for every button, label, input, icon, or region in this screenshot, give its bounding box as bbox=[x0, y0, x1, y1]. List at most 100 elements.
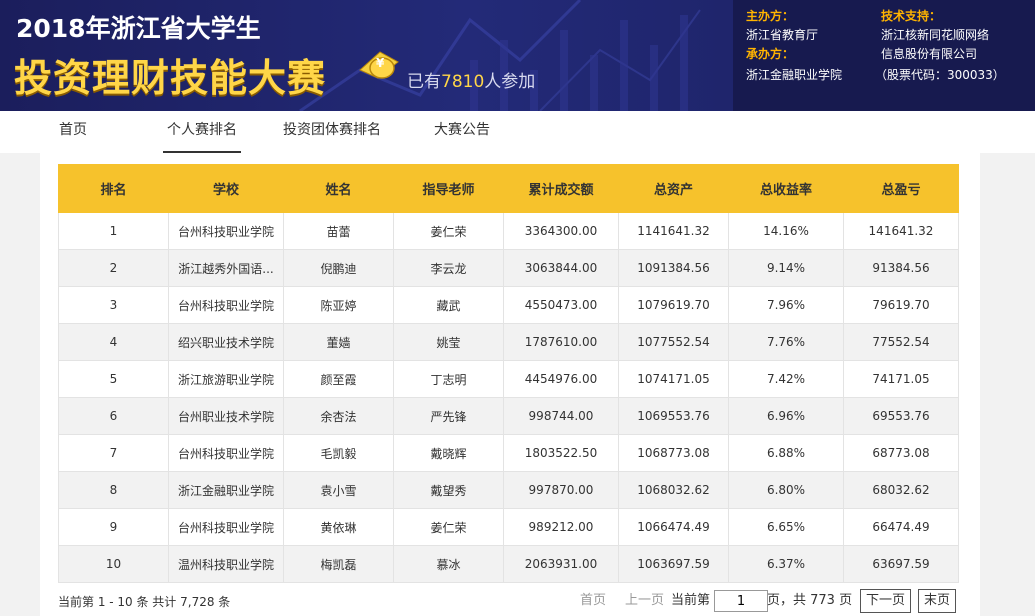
cell-rank: 1 bbox=[58, 212, 169, 250]
cell-profit-loss: 63697.59 bbox=[843, 545, 959, 583]
table-row: 3 台州科技职业学院 陈亚婷 藏武 4550473.00 1079619.70 7.96% 7… bbox=[58, 286, 959, 324]
participants-prefix: 已有 bbox=[407, 72, 441, 92]
table-row: 2 浙江越秀外国语... 倪鹏迪 李云龙 3063844.00 1091384.56 9.1… bbox=[58, 249, 959, 287]
cell-rank: 4 bbox=[58, 323, 169, 361]
organizer-value: 浙江金融职业学院 bbox=[746, 68, 843, 82]
cell-rank: 9 bbox=[58, 508, 169, 546]
cell-student-name: 苗蕾 bbox=[283, 212, 394, 250]
coin-icon: ¥ bbox=[359, 51, 399, 79]
nav-announcements[interactable]: 大赛公告 bbox=[434, 111, 490, 153]
cell-school: 台州科技职业学院 bbox=[168, 212, 284, 250]
cell-rank: 6 bbox=[58, 397, 169, 435]
cell-rank: 2 bbox=[58, 249, 169, 287]
header-rank: 排名 bbox=[58, 164, 169, 213]
table-row: 8 浙江金融职业学院 袁小雪 戴望秀 997870.00 1068032.62 6.80% 6… bbox=[58, 471, 959, 509]
pager-total-text: 页，共 773 页 bbox=[767, 593, 853, 608]
pager-next-button[interactable]: 下一页 bbox=[860, 589, 912, 613]
cell-turnover: 3063844.00 bbox=[503, 249, 619, 287]
header-profit-loss: 总盈亏 bbox=[843, 164, 959, 213]
cell-school: 温州科技职业学院 bbox=[168, 545, 284, 583]
pager-last-button[interactable]: 末页 bbox=[918, 589, 957, 613]
table-row: 10 温州科技职业学院 梅凯磊 慕冰 2063931.00 1063697.59 6.37%… bbox=[58, 545, 959, 583]
table-row: 1 台州科技职业学院 苗蕾 姜仁荣 3364300.00 1141641.32 14.16%… bbox=[58, 212, 959, 250]
banner-title-line2: 投资理财技能大赛 bbox=[14, 56, 327, 100]
cell-turnover: 4454976.00 bbox=[503, 360, 619, 398]
table-body: 1 台州科技职业学院 苗蕾 姜仁荣 3364300.00 1141641.32 14.16%… bbox=[58, 212, 959, 583]
table-row: 5 浙江旅游职业学院 颜至霞 丁志明 4454976.00 1074171.05 7.42%… bbox=[58, 360, 959, 398]
cell-turnover: 997870.00 bbox=[503, 471, 619, 509]
sponsor-panel: 主办方： 浙江省教育厅 承办方： 浙江金融职业学院 技术支持： 浙江核新同花顺网… bbox=[733, 0, 1035, 111]
cell-profit-loss: 91384.56 bbox=[843, 249, 959, 287]
pager-current-prefix-text: 当前第 bbox=[671, 593, 711, 608]
header-advisor: 指导老师 bbox=[393, 164, 504, 213]
cell-rank: 3 bbox=[58, 286, 169, 324]
cell-return-rate: 7.76% bbox=[728, 323, 844, 361]
table-row: 7 台州科技职业学院 毛凯毅 戴晓辉 1803522.50 1068773.08 6.88%… bbox=[58, 434, 959, 472]
cell-turnover: 4550473.00 bbox=[503, 286, 619, 324]
cell-advisor: 李云龙 bbox=[393, 249, 504, 287]
cell-advisor: 姚莹 bbox=[393, 323, 504, 361]
cell-school: 绍兴职业技术学院 bbox=[168, 323, 284, 361]
cell-student-name: 黄依琳 bbox=[283, 508, 394, 546]
cell-rank: 7 bbox=[58, 434, 169, 472]
cell-student-name: 陈亚婷 bbox=[283, 286, 394, 324]
cell-total-assets: 1068773.08 bbox=[618, 434, 729, 472]
pager-page-input-wrap bbox=[714, 589, 768, 613]
cell-school: 浙江越秀外国语... bbox=[168, 249, 284, 287]
cell-return-rate: 14.16% bbox=[728, 212, 844, 250]
pager-total: 页，共 773 页 bbox=[767, 589, 852, 613]
cell-return-rate: 6.37% bbox=[728, 545, 844, 583]
cell-total-assets: 1068032.62 bbox=[618, 471, 729, 509]
cell-profit-loss: 141641.32 bbox=[843, 212, 959, 250]
table-row: 4 绍兴职业技术学院 董嫱 姚莹 1787610.00 1077552.54 7.76% 77… bbox=[58, 323, 959, 361]
pager-last-wrap: 末页 bbox=[918, 589, 957, 613]
nav-individual-ranking[interactable]: 个人赛排名 bbox=[163, 111, 241, 153]
participants-count: 已有7810人参加 bbox=[407, 67, 535, 92]
pager-prev-label[interactable]: 上一页 bbox=[625, 593, 664, 608]
cell-school: 台州科技职业学院 bbox=[168, 286, 284, 324]
cell-rank: 10 bbox=[58, 545, 169, 583]
pager-prev[interactable]: 上一页 bbox=[625, 589, 664, 613]
cell-total-assets: 1066474.49 bbox=[618, 508, 729, 546]
cell-student-name: 颜至霞 bbox=[283, 360, 394, 398]
nav-home[interactable]: 首页 bbox=[59, 111, 87, 153]
cell-student-name: 毛凯毅 bbox=[283, 434, 394, 472]
cell-rank: 8 bbox=[58, 471, 169, 509]
svg-text:¥: ¥ bbox=[376, 56, 385, 70]
cell-advisor: 姜仁荣 bbox=[393, 212, 504, 250]
cell-return-rate: 6.65% bbox=[728, 508, 844, 546]
cell-profit-loss: 68032.62 bbox=[843, 471, 959, 509]
cell-student-name: 梅凯磊 bbox=[283, 545, 394, 583]
cell-student-name: 余杏法 bbox=[283, 397, 394, 435]
cell-rank: 5 bbox=[58, 360, 169, 398]
tech-support-value1: 浙江核新同花顺网络 bbox=[881, 28, 990, 42]
cell-return-rate: 6.80% bbox=[728, 471, 844, 509]
header-return-rate: 总收益率 bbox=[728, 164, 844, 213]
cell-advisor: 戴望秀 bbox=[393, 471, 504, 509]
pager-first-label[interactable]: 首页 bbox=[580, 593, 606, 608]
cell-advisor: 藏武 bbox=[393, 286, 504, 324]
organizer-label: 承办方： bbox=[746, 47, 795, 61]
page-number-input[interactable] bbox=[714, 590, 768, 612]
cell-total-assets: 1091384.56 bbox=[618, 249, 729, 287]
cell-profit-loss: 69553.76 bbox=[843, 397, 959, 435]
cell-total-assets: 1141641.32 bbox=[618, 212, 729, 250]
cell-school: 台州职业技术学院 bbox=[168, 397, 284, 435]
pager-first[interactable]: 首页 bbox=[580, 589, 606, 613]
stock-code: （股票代码：300033） bbox=[875, 68, 1005, 82]
header-turnover: 累计成交额 bbox=[503, 164, 619, 213]
record-summary: 当前第 1 - 10 条 共计 7,728 条 bbox=[58, 595, 231, 609]
cell-profit-loss: 68773.08 bbox=[843, 434, 959, 472]
cell-school: 台州科技职业学院 bbox=[168, 508, 284, 546]
pager-current-prefix: 当前第 bbox=[671, 589, 710, 613]
cell-profit-loss: 66474.49 bbox=[843, 508, 959, 546]
nav-team-ranking[interactable]: 投资团体赛排名 bbox=[283, 111, 381, 153]
table-row: 6 台州职业技术学院 余杏法 严先锋 998744.00 1069553.76 6.96% 6… bbox=[58, 397, 959, 435]
cell-turnover: 2063931.00 bbox=[503, 545, 619, 583]
cell-profit-loss: 74171.05 bbox=[843, 360, 959, 398]
cell-turnover: 3364300.00 bbox=[503, 212, 619, 250]
ranking-table: 排名 学校 姓名 指导老师 累计成交额 总资产 总收益率 总盈亏 1 台州科技职业… bbox=[58, 164, 959, 583]
header-name: 姓名 bbox=[283, 164, 394, 213]
cell-profit-loss: 79619.70 bbox=[843, 286, 959, 324]
participants-suffix: 人参加 bbox=[484, 72, 536, 92]
